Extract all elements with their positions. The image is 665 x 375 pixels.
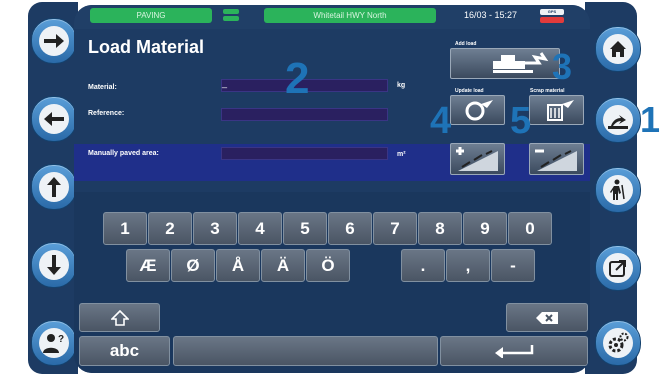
key-aring[interactable]: Å [216, 249, 260, 282]
callout-3: 3 [552, 46, 573, 87]
paved-area-label: Manually paved area: [88, 150, 159, 157]
scrap-material-button[interactable] [529, 95, 584, 125]
add-load-button[interactable] [450, 48, 560, 79]
worker-button[interactable] [595, 167, 641, 213]
arrow-down-icon [39, 250, 69, 280]
add-area-button[interactable] [450, 143, 505, 175]
scrap-material-label: Scrap material [530, 88, 565, 94]
gps-indicator: GPS [540, 9, 564, 23]
trash-icon [547, 100, 574, 121]
arrow-left-icon [39, 104, 69, 134]
arrow-right-icon [39, 26, 69, 56]
material-label: Material: [88, 84, 117, 91]
key-ouml[interactable]: Ö [306, 249, 350, 282]
add-area-icon [456, 147, 498, 171]
scroll-down-button[interactable] [31, 242, 77, 288]
connection-icon [223, 9, 239, 22]
user-help-button[interactable]: ? [31, 320, 77, 366]
next-button[interactable] [31, 18, 77, 64]
reference-input[interactable] [221, 108, 388, 121]
home-icon [603, 34, 633, 64]
add-load-label: Add load [455, 41, 477, 47]
backspace-icon [536, 311, 558, 324]
key-3[interactable]: 3 [193, 212, 237, 245]
update-load-button[interactable] [450, 95, 505, 125]
callout-4: 4 [430, 100, 452, 142]
settings-button[interactable] [595, 320, 641, 366]
subtract-area-icon [535, 149, 577, 171]
device-frame: ? 1 PAVING Whitetail HWY North 16/03 - 1… [0, 0, 665, 375]
enter-key[interactable] [440, 336, 588, 366]
key-0[interactable]: 0 [508, 212, 552, 245]
shift-arrow-icon [110, 309, 129, 326]
key-ae[interactable]: Æ [126, 249, 170, 282]
callout-1: 1 [640, 99, 661, 140]
space-key[interactable] [173, 336, 438, 366]
arrow-up-icon [39, 172, 69, 202]
key-auml[interactable]: Ä [261, 249, 305, 282]
key-2[interactable]: 2 [148, 212, 192, 245]
load-material-icon [603, 105, 633, 135]
backspace-key[interactable] [506, 303, 588, 332]
refresh-load-icon [465, 100, 493, 121]
datetime: 16/03 - 15:27 [464, 10, 518, 20]
key-8[interactable]: 8 [418, 212, 462, 245]
page-title: Load Material [88, 37, 205, 57]
key-period[interactable]: . [401, 249, 445, 282]
key-5[interactable]: 5 [283, 212, 327, 245]
abc-key[interactable]: abc [79, 336, 170, 366]
mode-indicator: PAVING [90, 8, 212, 23]
update-load-label: Update load [455, 88, 484, 94]
scroll-up-button[interactable] [31, 164, 77, 210]
callout-2: 2 [285, 54, 310, 103]
load-material-button[interactable] [595, 97, 641, 143]
material-value: _ [222, 78, 228, 88]
callout-5: 5 [510, 100, 532, 142]
material-unit: kg [397, 82, 406, 89]
key-4[interactable]: 4 [238, 212, 282, 245]
key-1[interactable]: 1 [103, 212, 147, 245]
main-screen: PAVING Whitetail HWY North 16/03 - 15:27… [74, 5, 590, 373]
on-screen-keyboard: 1 2 3 4 5 6 7 8 9 0 Æ Ø Å Ä Ö . , - abc [74, 192, 590, 373]
site-indicator: Whitetail HWY North [264, 8, 436, 23]
key-minus[interactable]: - [491, 249, 535, 282]
status-bar: PAVING Whitetail HWY North 16/03 - 15:27… [74, 5, 590, 29]
user-help-icon: ? [39, 328, 69, 358]
subtract-area-button[interactable] [529, 143, 584, 175]
key-comma[interactable]: , [446, 249, 490, 282]
export-icon [603, 253, 633, 283]
home-button[interactable] [595, 26, 641, 72]
worker-icon [603, 175, 633, 205]
paved-area-input[interactable] [221, 147, 388, 160]
reference-label: Reference: [88, 110, 125, 117]
svg-text:?: ? [58, 334, 64, 345]
shift-key[interactable] [79, 303, 160, 332]
enter-arrow-icon [495, 345, 534, 358]
key-7[interactable]: 7 [373, 212, 417, 245]
key-6[interactable]: 6 [328, 212, 372, 245]
export-button[interactable] [595, 245, 641, 291]
paver-icon [493, 52, 549, 73]
key-oslash[interactable]: Ø [171, 249, 215, 282]
key-9[interactable]: 9 [463, 212, 507, 245]
paved-area-unit: m² [397, 151, 406, 158]
back-button[interactable] [31, 96, 77, 142]
settings-icon [603, 328, 633, 358]
